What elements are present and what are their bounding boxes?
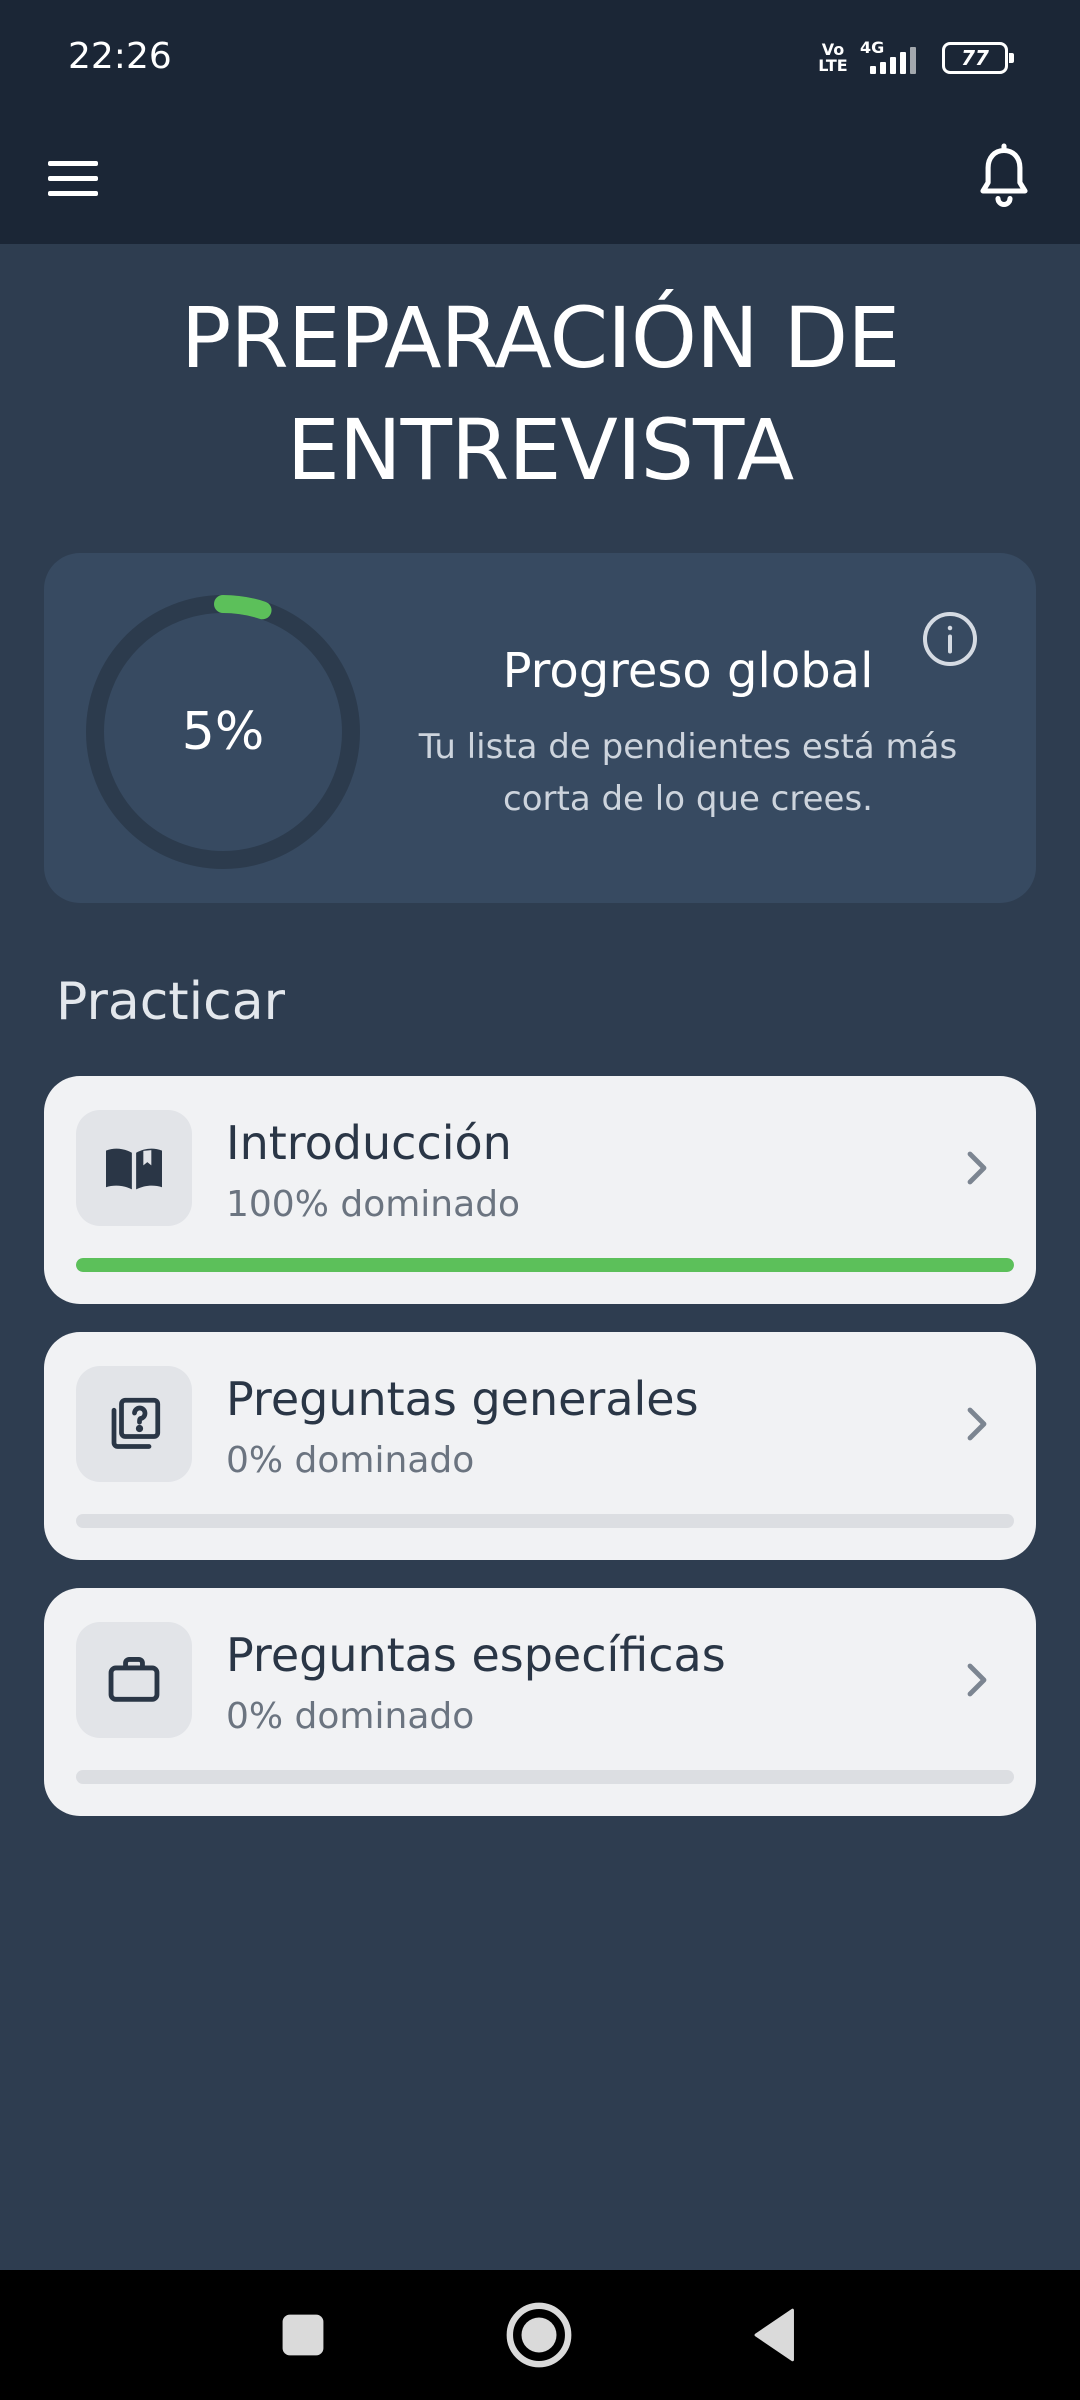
recents-icon[interactable] xyxy=(268,2300,338,2370)
lesson-progress-fill xyxy=(76,1258,1014,1272)
status-time: 22:26 xyxy=(68,36,172,77)
info-icon[interactable] xyxy=(920,609,980,669)
lesson-card-preguntas-especificas[interactable]: Preguntas específicas 0% dominado xyxy=(44,1588,1036,1816)
chevron-right-icon xyxy=(967,1407,987,1441)
chevron-right-icon xyxy=(967,1663,987,1697)
global-progress-card: 5% Progreso global Tu lista de pendiente… xyxy=(44,553,1036,903)
progress-value: 5% xyxy=(181,702,265,762)
lesson-mastery: 0% dominado xyxy=(226,1696,475,1737)
lesson-progress-bar xyxy=(76,1514,1014,1528)
lesson-progress-bar xyxy=(76,1258,1014,1272)
battery-icon: 77 xyxy=(942,42,1014,74)
lesson-card-introduccion[interactable]: Introducción 100% dominado xyxy=(44,1076,1036,1304)
app-bar xyxy=(0,120,1080,244)
status-bar: 22:26 Vo LTE 4G 77 xyxy=(0,0,1080,120)
page-title: PREPARACIÓN DE ENTREVISTA xyxy=(180,289,901,499)
question-stack-icon xyxy=(111,1397,161,1449)
progress-description: Tu lista de pendientes está más corta de… xyxy=(418,727,958,819)
book-icon xyxy=(106,1148,162,1190)
bell-icon[interactable] xyxy=(968,140,1040,212)
lesson-name: Introducción xyxy=(226,1116,512,1170)
progress-title: Progreso global xyxy=(502,643,874,699)
signal-icon: 4G xyxy=(860,38,924,76)
lesson-progress-bar xyxy=(76,1770,1014,1784)
system-nav-bar xyxy=(0,2270,1080,2400)
chevron-right-icon xyxy=(967,1151,987,1185)
lesson-mastery: 0% dominado xyxy=(226,1440,475,1481)
status-icons: Vo LTE 4G 77 xyxy=(816,38,1014,76)
lesson-thumb xyxy=(76,1366,192,1482)
lesson-thumb xyxy=(76,1622,192,1738)
lesson-thumb xyxy=(76,1110,192,1226)
lesson-card-preguntas-generales[interactable]: Preguntas generales 0% dominado xyxy=(44,1332,1036,1560)
lesson-mastery: 100% dominado xyxy=(226,1184,521,1225)
home-icon[interactable] xyxy=(504,2300,574,2370)
practice-section-title: Practicar xyxy=(56,972,285,1032)
lesson-name: Preguntas específicas xyxy=(226,1628,726,1682)
briefcase-icon xyxy=(108,1657,160,1702)
volte-icon: Vo LTE xyxy=(818,40,848,75)
back-icon[interactable] xyxy=(740,2300,810,2370)
lesson-name: Preguntas generales xyxy=(226,1372,699,1426)
battery-level: 77 xyxy=(961,46,989,70)
menu-icon[interactable] xyxy=(48,148,108,208)
